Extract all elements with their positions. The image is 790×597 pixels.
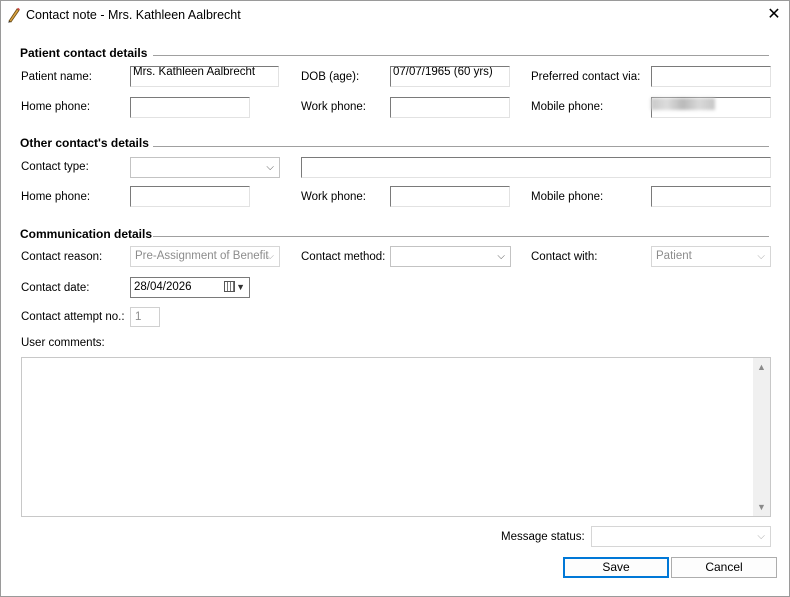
other-contact-name-field[interactable]: [301, 157, 771, 178]
chevron-down-icon[interactable]: ▼: [236, 278, 245, 297]
contact-attempt-label: Contact attempt no.:: [21, 311, 125, 323]
scroll-down-icon[interactable]: ▼: [757, 502, 766, 512]
patient-work-phone-field[interactable]: [390, 97, 510, 118]
save-button[interactable]: Save: [563, 557, 669, 578]
section-divider: [153, 55, 769, 56]
preferred-contact-field[interactable]: [651, 66, 771, 87]
message-status-label: Message status:: [501, 531, 585, 543]
other-mobile-phone-label: Mobile phone:: [531, 191, 604, 203]
communication-section-heading: Communication details: [20, 227, 153, 241]
other-work-phone-label: Work phone:: [301, 191, 366, 203]
section-divider: [153, 236, 769, 237]
user-comments-label: User comments:: [21, 337, 105, 349]
pencil-icon: [8, 7, 20, 23]
contact-note-dialog: Contact note - Mrs. Kathleen Aalbrecht ✕…: [0, 0, 790, 597]
contact-method-dropdown[interactable]: ⌵: [390, 246, 511, 267]
contact-with-dropdown: Patient ⌵: [651, 246, 771, 267]
patient-name-label: Patient name:: [21, 71, 92, 83]
contact-type-dropdown[interactable]: ⌵: [130, 157, 280, 178]
patient-section-heading: Patient contact details: [20, 46, 148, 60]
preferred-contact-label: Preferred contact via:: [531, 71, 641, 83]
dob-value: 07/07/1965 (60 yrs): [393, 66, 493, 78]
scroll-up-icon[interactable]: ▲: [757, 362, 766, 372]
window-title: Contact note - Mrs. Kathleen Aalbrecht: [26, 8, 241, 22]
chevron-down-icon: ⌵: [266, 251, 274, 262]
calendar-icon[interactable]: [224, 281, 235, 292]
contact-with-label: Contact with:: [531, 251, 598, 263]
contact-reason-label: Contact reason:: [21, 251, 103, 263]
other-mobile-phone-field[interactable]: [651, 186, 771, 207]
chevron-down-icon: ⌵: [757, 531, 765, 542]
chevron-down-icon: ⌵: [497, 251, 505, 262]
patient-home-phone-field[interactable]: [130, 97, 250, 118]
dob-field: 07/07/1965 (60 yrs): [390, 66, 510, 87]
chevron-down-icon: ⌵: [757, 251, 765, 262]
patient-home-phone-label: Home phone:: [21, 101, 91, 113]
other-section-heading: Other contact's details: [20, 136, 149, 150]
contact-date-picker[interactable]: 28/04/2026 ▼: [130, 277, 250, 298]
contact-date-value: 28/04/2026: [134, 281, 192, 293]
title-bar: Contact note - Mrs. Kathleen Aalbrecht ✕: [1, 1, 789, 29]
contact-method-label: Contact method:: [301, 251, 386, 263]
patient-name-value: Mrs. Kathleen Aalbrecht: [133, 66, 256, 78]
patient-work-phone-label: Work phone:: [301, 101, 366, 113]
contact-date-label: Contact date:: [21, 282, 90, 294]
other-work-phone-field[interactable]: [390, 186, 510, 207]
contact-attempt-field: 1: [130, 307, 160, 327]
other-home-phone-label: Home phone:: [21, 191, 91, 203]
close-button[interactable]: ✕: [763, 4, 785, 26]
cancel-button[interactable]: Cancel: [671, 557, 777, 578]
user-comments-textarea[interactable]: ▲ ▼: [21, 357, 771, 517]
contact-reason-dropdown: Pre-Assignment of Benefit ⌵: [130, 246, 280, 267]
contact-type-label: Contact type:: [21, 161, 89, 173]
chevron-down-icon: ⌵: [266, 162, 274, 173]
dob-label: DOB (age):: [301, 71, 360, 83]
redacted-mobile-number: [651, 98, 715, 110]
patient-mobile-phone-label: Mobile phone:: [531, 101, 604, 113]
patient-name-field: Mrs. Kathleen Aalbrecht: [130, 66, 279, 87]
comments-scrollbar[interactable]: ▲ ▼: [753, 358, 770, 516]
other-home-phone-field[interactable]: [130, 186, 250, 207]
message-status-dropdown: ⌵: [591, 526, 771, 547]
section-divider: [153, 146, 769, 147]
